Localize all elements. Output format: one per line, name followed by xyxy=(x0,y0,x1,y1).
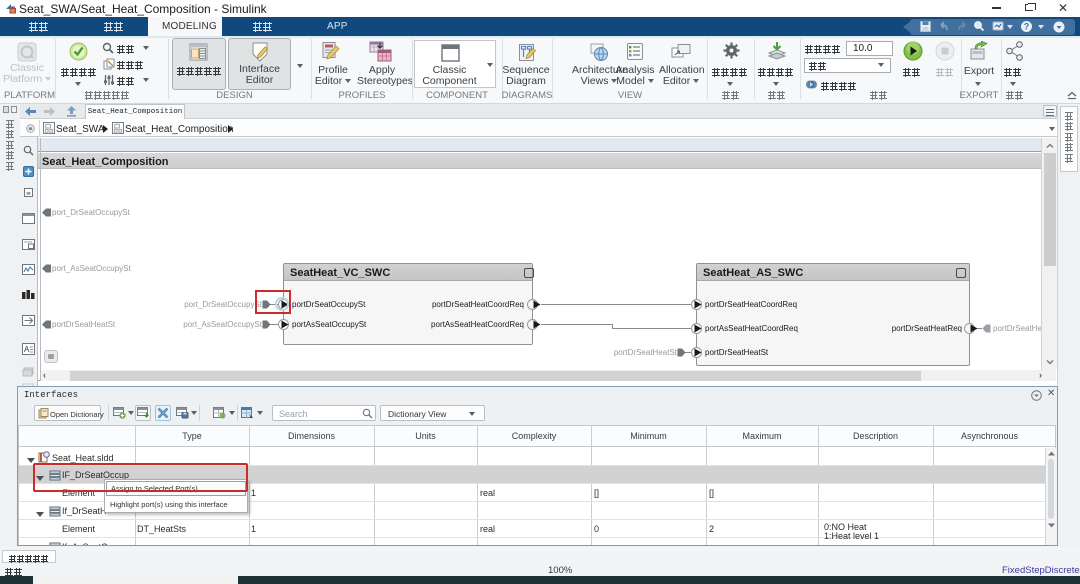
svg-text:A: A xyxy=(24,345,30,354)
svg-text:?: ? xyxy=(1024,22,1030,32)
